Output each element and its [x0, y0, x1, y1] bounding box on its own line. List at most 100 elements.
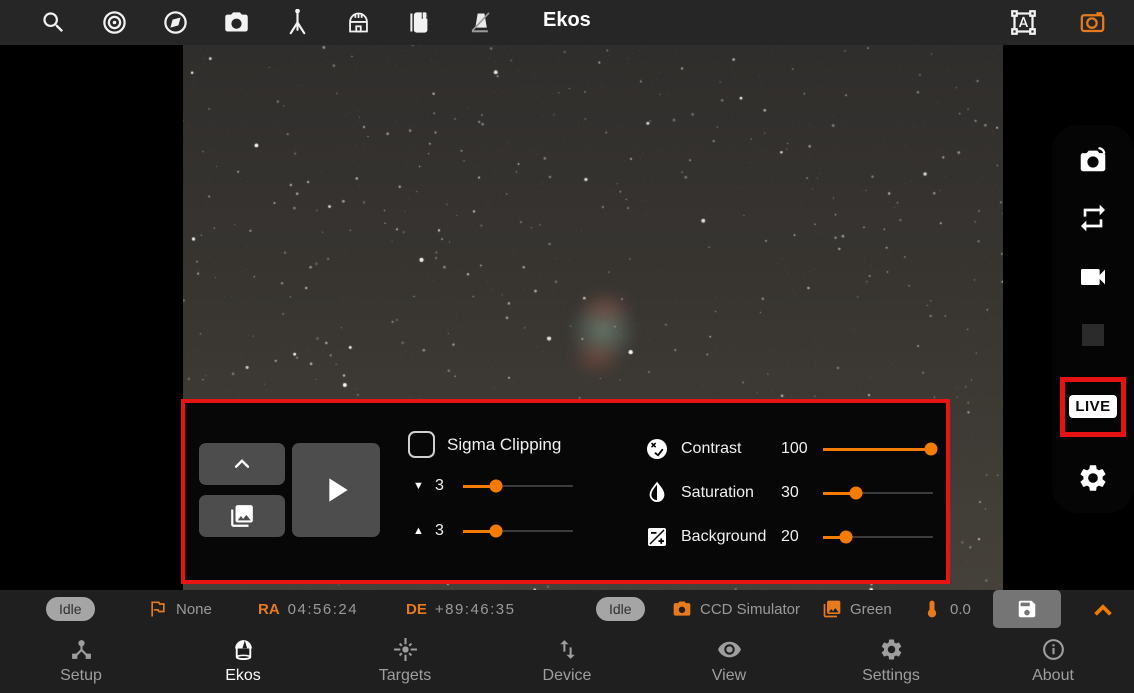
- triangle-down-icon: ▼: [413, 480, 424, 492]
- capture-toolbar: LIVE: [1052, 125, 1134, 513]
- nav-item-targets[interactable]: Targets: [324, 628, 486, 693]
- slider-thumb[interactable]: [839, 530, 853, 544]
- nav-item-settings[interactable]: Settings: [810, 628, 972, 693]
- sigma-high-value: 3: [435, 522, 444, 539]
- nav-item-about[interactable]: About: [972, 628, 1134, 693]
- expand-statusbar-button[interactable]: [1086, 593, 1120, 627]
- compass-icon[interactable]: [162, 9, 189, 36]
- swap-vert-icon: [559, 639, 575, 659]
- image-controls-panel: Sigma Clipping ▼ 3 ▲ 3 Contrast 100 Satu…: [181, 399, 950, 584]
- contrast-label: Contrast: [681, 440, 742, 457]
- thermometer-icon: [927, 600, 937, 618]
- contrast-icon: [645, 437, 669, 461]
- contrast-row: Contrast 100: [645, 437, 938, 461]
- sigma-low-row: ▼ 3: [413, 477, 573, 495]
- top-toolbar-left-icons: [0, 9, 494, 36]
- ra-label: RA: [258, 600, 280, 618]
- temperature-value: 0.0: [950, 600, 971, 618]
- nav-label: Ekos: [225, 666, 261, 684]
- nav-label: Setup: [60, 666, 102, 684]
- de-status: DE +89:46:35: [406, 590, 516, 628]
- dome-icon[interactable]: [345, 9, 372, 36]
- target-value: None: [176, 600, 212, 618]
- top-toolbar-right-icons: [1010, 0, 1106, 45]
- alignment-target-icon[interactable]: [101, 9, 128, 36]
- de-label: DE: [406, 600, 427, 618]
- sigma-high-row: ▲ 3: [413, 522, 573, 540]
- mount-tripod-icon[interactable]: [284, 9, 311, 36]
- stellarmate-app: Ekos LIVE Sigma Clipping ▼ 3 ▲ 3 Contras…: [0, 0, 1134, 693]
- nav-label: Settings: [862, 666, 920, 684]
- capture-camera-icon[interactable]: [223, 9, 250, 36]
- preview-camera-icon[interactable]: [1076, 143, 1110, 177]
- dome-icon: [234, 639, 252, 660]
- saturation-slider[interactable]: [823, 486, 933, 500]
- bottom-nav: Setup Ekos Targets Device View Settings …: [0, 628, 1134, 693]
- status-bar: Idle None RA 04:56:24 DE +89:46:35 Idle …: [0, 590, 1134, 628]
- contrast-slider[interactable]: [823, 442, 938, 456]
- sigma-clipping-checkbox[interactable]: [408, 431, 435, 458]
- photo-library-icon: [823, 600, 841, 618]
- dustcap-icon[interactable]: [406, 9, 433, 36]
- camera-icon: [673, 601, 691, 616]
- saturation-icon: [645, 481, 669, 505]
- background-icon: [645, 525, 669, 549]
- sigma-low-value: 3: [435, 477, 444, 494]
- save-button[interactable]: [993, 590, 1061, 628]
- background-value: 20: [781, 528, 799, 545]
- search-icon[interactable]: [40, 9, 67, 36]
- ra-value: 04:56:24: [287, 600, 359, 618]
- nav-item-device[interactable]: Device: [486, 628, 648, 693]
- slider-thumb[interactable]: [849, 486, 863, 500]
- slider-thumb[interactable]: [489, 479, 503, 493]
- loop-icon[interactable]: [1076, 201, 1110, 235]
- nav-item-view[interactable]: View: [648, 628, 810, 693]
- camera-name: CCD Simulator: [700, 600, 801, 618]
- camera-status: CCD Simulator: [672, 590, 800, 628]
- format-shapes-icon[interactable]: [1010, 9, 1037, 36]
- triangle-up-icon: ▲: [413, 525, 424, 537]
- play-button[interactable]: [292, 443, 380, 537]
- app-title: Ekos: [543, 9, 591, 31]
- background-label: Background: [681, 528, 767, 545]
- slider-thumb[interactable]: [924, 442, 938, 456]
- filter-status: Green: [822, 590, 892, 628]
- nav-item-setup[interactable]: Setup: [0, 628, 162, 693]
- background-row: Background 20: [645, 525, 933, 549]
- top-toolbar: Ekos: [0, 0, 1134, 45]
- filter-name: Green: [850, 600, 892, 618]
- gallery-button[interactable]: [199, 495, 285, 537]
- save-icon: [1018, 600, 1036, 618]
- slider-thumb[interactable]: [489, 524, 503, 538]
- nav-label: Targets: [378, 666, 432, 684]
- nav-label: View: [711, 666, 747, 684]
- target-status: None: [148, 590, 212, 628]
- collapse-up-button[interactable]: [199, 443, 285, 485]
- device-hub-icon: [71, 639, 91, 659]
- sigma-low-slider[interactable]: [463, 479, 573, 493]
- saturation-row: Saturation 30: [645, 481, 933, 505]
- contrast-value: 100: [781, 440, 808, 457]
- nav-item-ekos[interactable]: Ekos: [162, 628, 324, 693]
- gear-icon[interactable]: [1076, 461, 1110, 495]
- live-button-wrap: LIVE: [1060, 376, 1126, 437]
- background-slider[interactable]: [823, 530, 933, 544]
- annotation-live-highlight: [1060, 376, 1126, 437]
- info-icon: [1042, 638, 1064, 660]
- de-value: +89:46:35: [434, 600, 516, 618]
- capture-status-badge: Idle: [596, 597, 645, 621]
- saturation-label: Saturation: [681, 484, 754, 501]
- eye-icon: [717, 641, 741, 657]
- temperature-status: 0.0: [922, 590, 971, 628]
- flag-icon: [151, 601, 165, 617]
- nav-label: Device: [542, 666, 592, 684]
- saturation-value: 30: [781, 484, 799, 501]
- camera-orange-icon[interactable]: [1079, 9, 1106, 36]
- sigma-high-slider[interactable]: [463, 524, 573, 538]
- stop-icon: [1076, 318, 1110, 352]
- mount-status-badge: Idle: [46, 597, 95, 621]
- ra-status: RA 04:56:24: [258, 590, 358, 628]
- flat-panel-icon[interactable]: [467, 9, 494, 36]
- flare-icon: [393, 637, 417, 661]
- video-icon[interactable]: [1076, 260, 1110, 294]
